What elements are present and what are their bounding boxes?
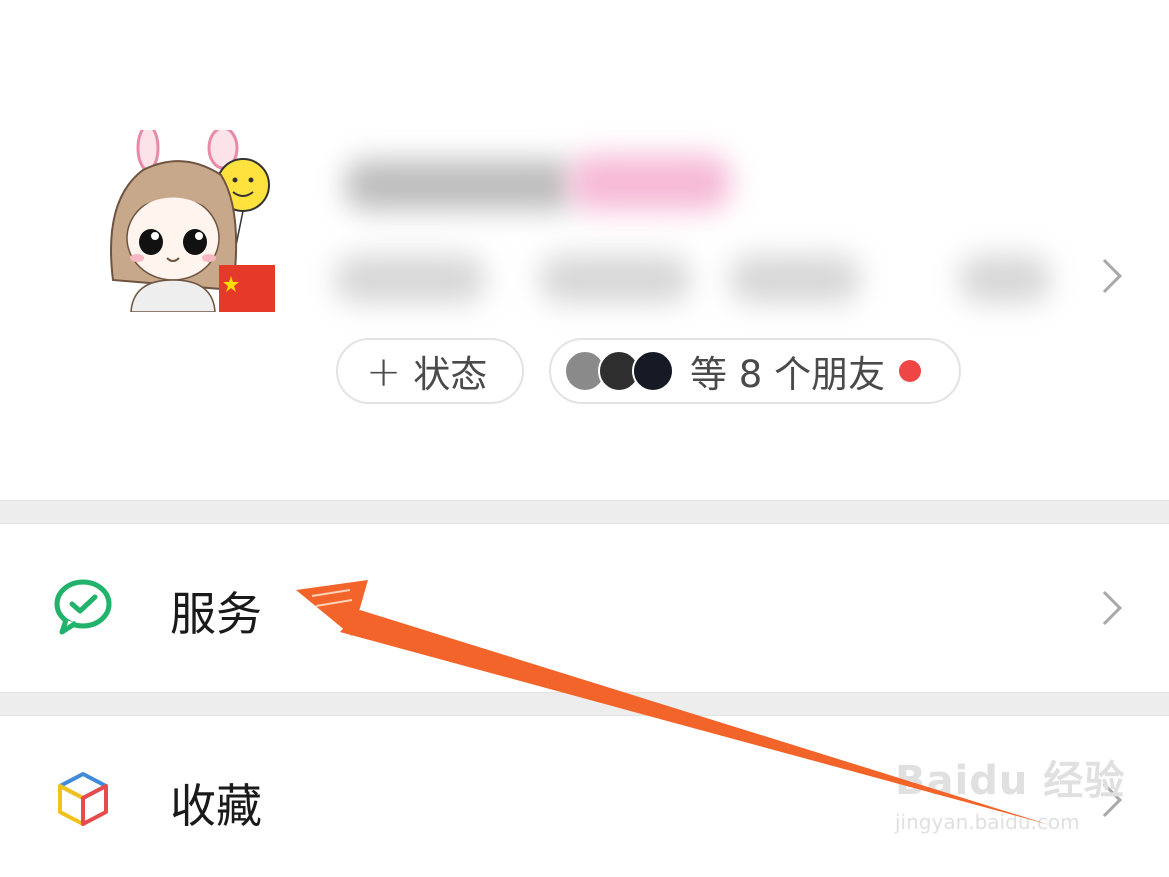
avatar[interactable]	[103, 130, 275, 312]
friends-label: 等 8 个朋友	[690, 353, 886, 396]
wechat-id-redacted	[730, 255, 860, 303]
chevron-right-icon	[1088, 591, 1122, 625]
unread-dot	[899, 360, 922, 382]
section-divider	[0, 500, 1169, 524]
nickname-redacted-accent	[570, 155, 730, 210]
profile-card[interactable]: + 状态 等 8 个朋友	[0, 0, 1169, 500]
plus-icon: +	[366, 346, 402, 396]
friend-avatar	[632, 350, 674, 392]
menu-label: 收藏	[170, 779, 262, 833]
favorites-cube-icon	[58, 772, 108, 826]
friends-status-button[interactable]: 等 8 个朋友	[549, 338, 961, 404]
watermark-main: Baidu 经验	[895, 758, 1126, 804]
menu-label: 服务	[170, 587, 262, 641]
friend-avatars	[564, 350, 674, 392]
wechat-pay-icon	[54, 579, 112, 635]
status-label: 状态	[413, 353, 488, 396]
qr-code-redacted	[960, 255, 1050, 303]
nickname-redacted	[345, 160, 575, 210]
section-divider	[0, 692, 1169, 716]
add-status-button[interactable]: + 状态	[336, 338, 524, 404]
baidu-watermark: Baidu 经验 jingyan.baidu.com	[895, 748, 1125, 834]
watermark-url: jingyan.baidu.com	[895, 810, 1080, 834]
menu-item-services[interactable]: 服务	[0, 524, 1169, 692]
wechat-id-redacted	[540, 255, 690, 303]
chevron-right-icon	[1088, 259, 1122, 293]
wechat-id-redacted	[335, 255, 485, 303]
